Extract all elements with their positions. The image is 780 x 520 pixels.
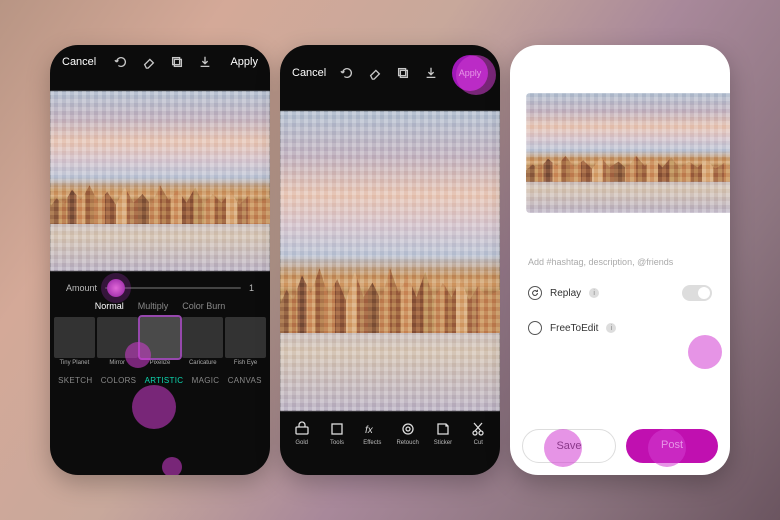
info-icon[interactable]: i bbox=[606, 323, 616, 333]
replay-icon bbox=[528, 286, 542, 300]
cat-magic[interactable]: MAGIC bbox=[192, 376, 220, 385]
tool-icons bbox=[340, 66, 438, 80]
radio-icon[interactable] bbox=[528, 321, 542, 335]
info-icon[interactable]: i bbox=[589, 288, 599, 298]
save-button[interactable]: Save bbox=[522, 429, 616, 463]
replay-row: Replay i bbox=[510, 275, 730, 311]
tool-icons bbox=[114, 55, 212, 69]
image-canvas[interactable] bbox=[50, 91, 270, 271]
category-tabs: SKETCH COLORS ARTISTIC MAGIC CANVAS bbox=[50, 368, 270, 393]
bottom-toolbar: Gold Tools fxEffects Retouch Sticker Cut bbox=[280, 411, 500, 458]
cat-artistic[interactable]: ARTISTIC bbox=[145, 376, 184, 385]
effect-caricature[interactable]: Caricature bbox=[182, 317, 223, 368]
tool-tools[interactable]: Tools bbox=[323, 421, 351, 446]
cat-sketch[interactable]: SKETCH bbox=[58, 376, 92, 385]
phone-screen-tools: Cancel Apply Gold Tools fxEffects Retouc… bbox=[280, 45, 500, 475]
cat-canvas[interactable]: CANVAS bbox=[228, 376, 262, 385]
undo-icon[interactable] bbox=[340, 66, 354, 80]
freetoedit-row: FreeToEdit i bbox=[510, 311, 730, 345]
blend-multiply[interactable]: Multiply bbox=[138, 301, 169, 311]
slider-label: Amount bbox=[66, 283, 97, 293]
layers-icon[interactable] bbox=[396, 66, 410, 80]
cancel-button[interactable]: Cancel bbox=[292, 67, 326, 79]
tool-effects[interactable]: fxEffects bbox=[358, 421, 386, 446]
tool-cut[interactable]: Cut bbox=[464, 421, 492, 446]
slider-knob[interactable] bbox=[107, 279, 125, 297]
freetoedit-label: FreeToEdit bbox=[550, 323, 598, 334]
tool-sticker[interactable]: Sticker bbox=[429, 421, 457, 446]
replay-label: Replay bbox=[550, 288, 581, 299]
slider-value: 1 bbox=[249, 283, 254, 293]
post-button[interactable]: Post bbox=[626, 429, 718, 463]
effect-thumbnails: Tiny Planet Mirror Pixelize Caricature F… bbox=[50, 317, 270, 368]
cat-colors[interactable]: COLORS bbox=[101, 376, 137, 385]
image-canvas[interactable] bbox=[280, 111, 500, 411]
topbar: Cancel Apply bbox=[50, 45, 270, 75]
tool-retouch[interactable]: Retouch bbox=[394, 421, 422, 446]
effect-tinyplanet[interactable]: Tiny Planet bbox=[54, 317, 95, 368]
replay-toggle[interactable] bbox=[682, 285, 712, 301]
download-icon[interactable] bbox=[424, 66, 438, 80]
cancel-button[interactable]: Cancel bbox=[62, 56, 96, 68]
eraser-icon[interactable] bbox=[142, 55, 156, 69]
topbar: Cancel Apply bbox=[280, 45, 500, 97]
tool-gold[interactable]: Gold bbox=[288, 421, 316, 446]
layers-icon[interactable] bbox=[170, 55, 184, 69]
apply-button[interactable]: Apply bbox=[452, 55, 488, 91]
phone-screen-post: Add #hashtag, description, @friends Repl… bbox=[510, 45, 730, 475]
blend-colorburn[interactable]: Color Burn bbox=[182, 301, 225, 311]
phone-screen-effects: Cancel Apply Amount 1 Normal Multiply Co… bbox=[50, 45, 270, 475]
effect-fisheye[interactable]: Fish Eye bbox=[225, 317, 266, 368]
effect-pixelize[interactable]: Pixelize bbox=[140, 317, 181, 368]
highlight-circle bbox=[162, 457, 182, 475]
download-icon[interactable] bbox=[198, 55, 212, 69]
action-buttons: Save Post bbox=[522, 429, 718, 463]
blend-normal[interactable]: Normal bbox=[95, 301, 124, 311]
svg-text:fx: fx bbox=[365, 425, 374, 436]
undo-icon[interactable] bbox=[114, 55, 128, 69]
amount-slider[interactable] bbox=[105, 287, 241, 289]
blend-mode-tabs: Normal Multiply Color Burn bbox=[50, 297, 270, 317]
amount-slider-row: Amount 1 bbox=[50, 271, 270, 297]
effect-mirror[interactable]: Mirror bbox=[97, 317, 138, 368]
apply-button[interactable]: Apply bbox=[230, 56, 258, 68]
image-preview[interactable] bbox=[526, 93, 730, 213]
description-input[interactable]: Add #hashtag, description, @friends bbox=[510, 221, 730, 275]
eraser-icon[interactable] bbox=[368, 66, 382, 80]
